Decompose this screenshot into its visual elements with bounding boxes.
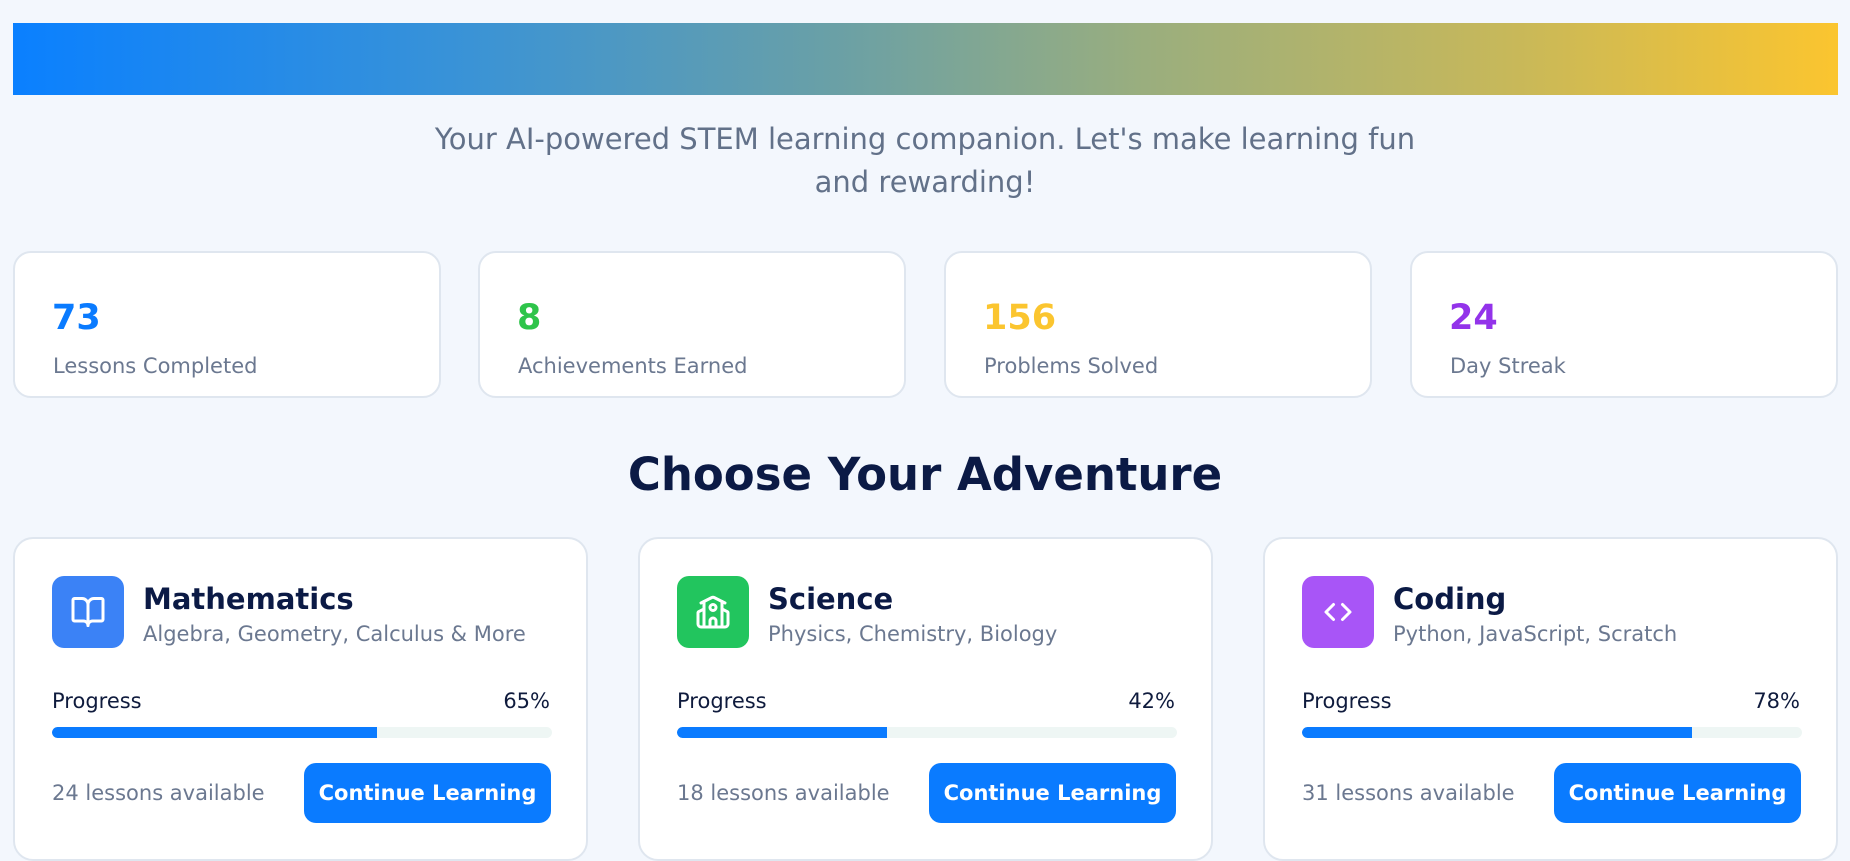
progress-label: Progress — [1302, 689, 1392, 713]
lessons-available: 24 lessons available — [52, 781, 265, 805]
stat-label: Achievements Earned — [518, 354, 748, 378]
stat-label: Day Streak — [1450, 354, 1566, 378]
tagline: Your AI-powered STEM learning companion.… — [434, 122, 1416, 199]
continue-learning-button[interactable]: Continue Learning — [929, 763, 1176, 823]
subject-card-coding[interactable]: Coding Python, JavaScript, Scratch Progr… — [1263, 537, 1838, 861]
stat-value: 24 — [1449, 298, 1498, 338]
progress-percent: 65% — [503, 689, 550, 713]
subject-topics: Algebra, Geometry, Calculus & More — [143, 622, 526, 646]
progress-percent: 42% — [1128, 689, 1175, 713]
subject-topics: Physics, Chemistry, Biology — [768, 622, 1058, 646]
subject-card-mathematics[interactable]: Mathematics Algebra, Geometry, Calculus … — [13, 537, 588, 861]
lessons-available: 31 lessons available — [1302, 781, 1515, 805]
stat-card-lessons: 73 Lessons Completed — [13, 251, 441, 398]
progress-fill — [1302, 727, 1692, 738]
progress-fill — [677, 727, 887, 738]
progress-label: Progress — [52, 689, 142, 713]
stat-value: 73 — [52, 298, 101, 338]
continue-learning-button[interactable]: Continue Learning — [1554, 763, 1801, 823]
subject-name: Coding — [1393, 582, 1507, 616]
subject-topics: Python, JavaScript, Scratch — [1393, 622, 1678, 646]
code-brackets-icon — [1302, 576, 1374, 648]
stat-card-achievements: 8 Achievements Earned — [478, 251, 906, 398]
section-title: Choose Your Adventure — [627, 448, 1223, 501]
progress-fill — [52, 727, 377, 738]
stat-card-problems: 156 Problems Solved — [944, 251, 1372, 398]
book-icon — [52, 576, 124, 648]
progress-bar — [677, 727, 1177, 738]
stat-label: Lessons Completed — [53, 354, 258, 378]
hero-gradient-banner — [13, 23, 1838, 95]
stat-label: Problems Solved — [984, 354, 1159, 378]
subject-name: Mathematics — [143, 582, 354, 616]
school-building-icon — [677, 576, 749, 648]
lessons-available: 18 lessons available — [677, 781, 890, 805]
continue-learning-button[interactable]: Continue Learning — [304, 763, 551, 823]
subject-name: Science — [768, 582, 894, 616]
stat-value: 8 — [517, 298, 542, 338]
page: Your AI-powered STEM learning companion.… — [0, 0, 1850, 861]
progress-bar — [1302, 727, 1802, 738]
stat-card-streak: 24 Day Streak — [1410, 251, 1838, 398]
progress-label: Progress — [677, 689, 767, 713]
progress-percent: 78% — [1753, 689, 1800, 713]
subject-card-science[interactable]: Science Physics, Chemistry, Biology Prog… — [638, 537, 1213, 861]
progress-bar — [52, 727, 552, 738]
stat-value: 156 — [983, 298, 1057, 338]
